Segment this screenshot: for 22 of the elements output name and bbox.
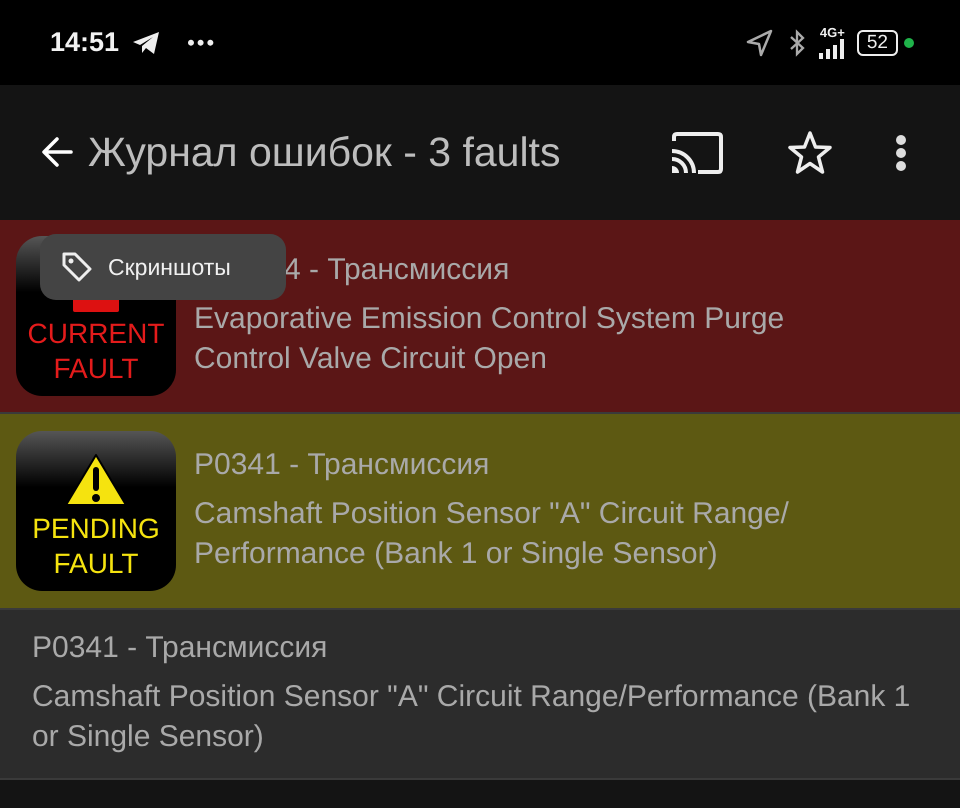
badge-label: PENDING FAULT <box>32 512 160 581</box>
battery-level: 52 <box>866 32 888 54</box>
location-arrow-icon <box>744 28 775 56</box>
tooltip-label: Скриншоты <box>108 254 231 280</box>
tag-icon <box>60 250 94 284</box>
fault-row[interactable]: P0341 - Трансмиссия Camshaft Position Sensor "A" Circuit Range/Performance (Bank 1 or Single Sensor) <box>0 610 960 780</box>
screenshots-tooltip[interactable]: Скриншоты <box>40 234 286 300</box>
fault-description: Camshaft Position Sensor "A" Circuit Range/Performance (Bank 1 or Single Sensor) <box>32 679 912 755</box>
fault-row[interactable]: PENDING FAULT P0341 - Трансмиссия Camshaft Position Sensor "A" Circuit Range/ Performance (Bank 1 or Single Sensor) <box>0 414 960 610</box>
fault-code: P0341 - Трансмиссия <box>194 448 490 482</box>
network-type: 4G+ <box>820 26 845 39</box>
favorite-star-button[interactable] <box>786 130 834 176</box>
back-arrow-icon <box>41 134 75 168</box>
signal-icon <box>818 39 845 59</box>
clock-time: 14:51 <box>50 27 120 58</box>
overflow-menu-button[interactable] <box>894 134 908 172</box>
fault-description: Evaporative Emission Control System Purge Control Valve Circuit Open <box>194 301 786 377</box>
more-notifications: ••• <box>187 30 216 56</box>
fault-code: P0341 - Трансмиссия <box>32 631 328 665</box>
badge-label: CURRENT FAULT <box>28 317 164 386</box>
fault-description: Camshaft Position Sensor "A" Circuit Range/ Performance (Bank 1 or Single Sensor) <box>194 496 790 572</box>
screen-title: Журнал ошибок - 3 faults <box>88 129 560 176</box>
